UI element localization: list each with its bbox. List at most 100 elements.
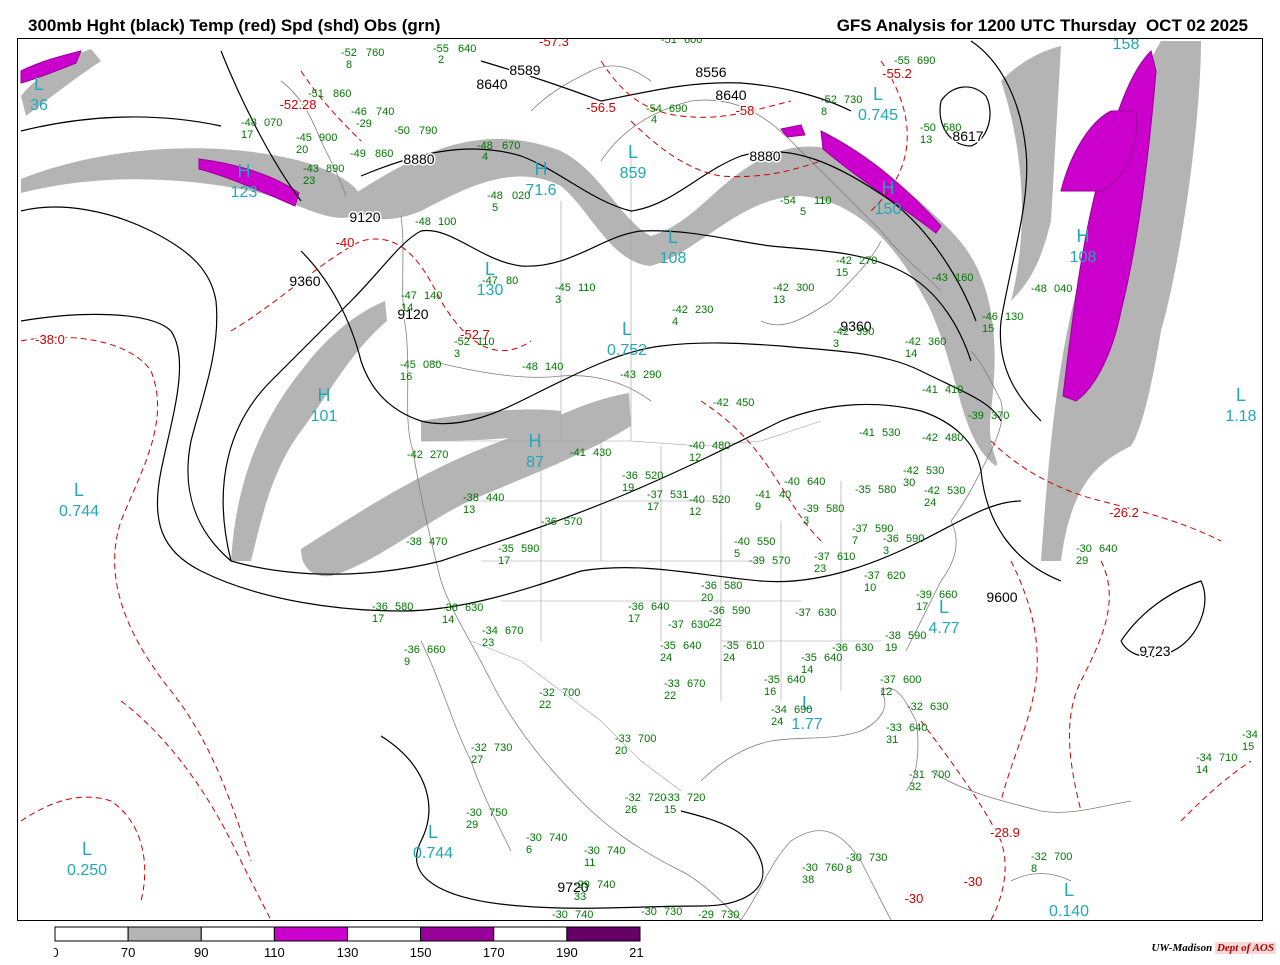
pressure-center-letter: L bbox=[668, 227, 678, 247]
station-observation: -50 bbox=[920, 122, 936, 134]
pressure-center-value: 0.744 bbox=[413, 845, 453, 862]
station-observation: 3 bbox=[555, 294, 561, 306]
station-observation: -32 bbox=[539, 687, 555, 699]
station-observation: 630 bbox=[691, 619, 709, 631]
station-observation: -43 bbox=[932, 272, 948, 284]
station-observation: -31 bbox=[909, 769, 925, 781]
station-observation: 670 bbox=[505, 625, 523, 637]
station-observation: 410 bbox=[945, 384, 963, 396]
station-observation: 700 bbox=[562, 687, 580, 699]
credit: UW-Madison Dept of AOS bbox=[1151, 942, 1276, 954]
pressure-center-value: 108 bbox=[660, 250, 687, 267]
station-observation: 570 bbox=[564, 516, 582, 528]
station-observation: -30 bbox=[1076, 543, 1092, 555]
station-observation: -30 bbox=[802, 862, 818, 874]
station-observation: -33 bbox=[664, 792, 680, 804]
station-observation: -37 bbox=[852, 523, 868, 535]
station-observation: 590 bbox=[908, 630, 926, 642]
station-observation: 690 bbox=[794, 704, 812, 716]
station-observation: 12 bbox=[689, 452, 701, 464]
station-observation: -42 bbox=[905, 336, 921, 348]
station-observation: 270 bbox=[859, 255, 877, 267]
station-observation: -42 bbox=[922, 432, 938, 444]
station-observation: 7 bbox=[852, 535, 858, 547]
station-observation: 640 bbox=[807, 476, 825, 488]
station-observation: -47 bbox=[401, 290, 417, 302]
station-observation: 580 bbox=[395, 601, 413, 613]
coastline bbox=[930, 770, 1132, 813]
pressure-center-value: 859 bbox=[620, 165, 647, 182]
station-observation: 740 bbox=[376, 106, 394, 118]
station-observation: -33 bbox=[886, 722, 902, 734]
station-observation: 730 bbox=[869, 852, 887, 864]
pressure-center-letter: L bbox=[622, 319, 632, 339]
station-observation: -42 bbox=[672, 304, 688, 316]
station-observation: -42 bbox=[903, 465, 919, 477]
station-observation: 17 bbox=[916, 601, 928, 613]
height-contour bbox=[300, 250, 1002, 425]
station-observation: 17 bbox=[372, 613, 384, 625]
station-observation: 730 bbox=[844, 94, 862, 106]
station-observation: 640 bbox=[824, 652, 842, 664]
station-observation: 32 bbox=[909, 781, 921, 793]
pressure-center-value: 0.250 bbox=[67, 862, 107, 879]
station-observation: -45 bbox=[400, 359, 416, 371]
temperature-label: -26.2 bbox=[1109, 505, 1139, 520]
station-observation: 80 bbox=[506, 275, 518, 287]
pressure-center-value: 36 bbox=[30, 97, 48, 114]
station-observation: 740 bbox=[549, 832, 567, 844]
station-observation: -32 bbox=[907, 701, 923, 713]
station-observation: 760 bbox=[825, 862, 843, 874]
station-observation: -30 bbox=[466, 807, 482, 819]
station-observation: 38 bbox=[802, 874, 814, 886]
station-observation: 13 bbox=[463, 504, 475, 516]
station-observation: 16 bbox=[400, 371, 412, 383]
pressure-center-value: 0.744 bbox=[59, 503, 99, 520]
chart-title-left: 300mb Hght (black) Temp (red) Spd (shd) … bbox=[28, 16, 441, 35]
station-observation: 890 bbox=[326, 163, 344, 175]
temperature-contour bbox=[920, 720, 1006, 920]
station-observation: 2 bbox=[438, 54, 444, 66]
station-observation: 360 bbox=[928, 336, 946, 348]
station-observation: 23 bbox=[482, 637, 494, 649]
credit-dept: Dept of AOS bbox=[1214, 942, 1276, 954]
station-observation: -45 bbox=[555, 282, 571, 294]
pressure-center-value: 0.745 bbox=[858, 107, 898, 124]
station-observation: -35 bbox=[855, 484, 871, 496]
station-observation: -37 bbox=[668, 619, 684, 631]
legend-swatch bbox=[493, 926, 568, 942]
legend-tick: 110 bbox=[264, 945, 285, 960]
station-observation: 580 bbox=[826, 503, 844, 515]
station-observation: 17 bbox=[647, 501, 659, 513]
height-label: 9600 bbox=[986, 589, 1017, 605]
weather-map: 8589 8640 8640 8880 8880 9120 9360 9120 9360 9600… bbox=[17, 38, 1263, 921]
station-observation: 9 bbox=[404, 656, 410, 668]
station-observation: 670 bbox=[502, 140, 520, 152]
station-observation: 29 bbox=[1076, 555, 1088, 567]
station-observation: 24 bbox=[660, 652, 672, 664]
station-observation: -49 bbox=[350, 148, 366, 160]
station-observation: 690 bbox=[917, 55, 935, 67]
station-observation: -36 bbox=[628, 601, 644, 613]
height-label: 9120 bbox=[349, 209, 380, 225]
pressure-center-value: 158 bbox=[1113, 39, 1140, 53]
station-observation: 140 bbox=[545, 361, 563, 373]
station-observation: 640 bbox=[787, 674, 805, 686]
height-label: 8880 bbox=[749, 148, 780, 164]
pressure-center-letter: H bbox=[318, 385, 331, 405]
station-observation: 8 bbox=[821, 106, 827, 118]
temperature-contour bbox=[20, 336, 252, 862]
height-contour bbox=[222, 229, 972, 562]
station-observation: -36 bbox=[709, 605, 725, 617]
station-observation: 530 bbox=[882, 427, 900, 439]
station-observation: 660 bbox=[939, 589, 957, 601]
station-observation: -37 bbox=[795, 607, 811, 619]
pressure-center-letter: H bbox=[529, 431, 542, 451]
station-observation: 23 bbox=[303, 175, 315, 187]
station-observation: -41 bbox=[922, 384, 938, 396]
station-observation: -35 bbox=[801, 652, 817, 664]
station-observation: 640 bbox=[1099, 543, 1117, 555]
station-observation: 110 bbox=[578, 282, 596, 294]
legend-swatch bbox=[127, 926, 202, 942]
station-observation: -40 bbox=[784, 476, 800, 488]
